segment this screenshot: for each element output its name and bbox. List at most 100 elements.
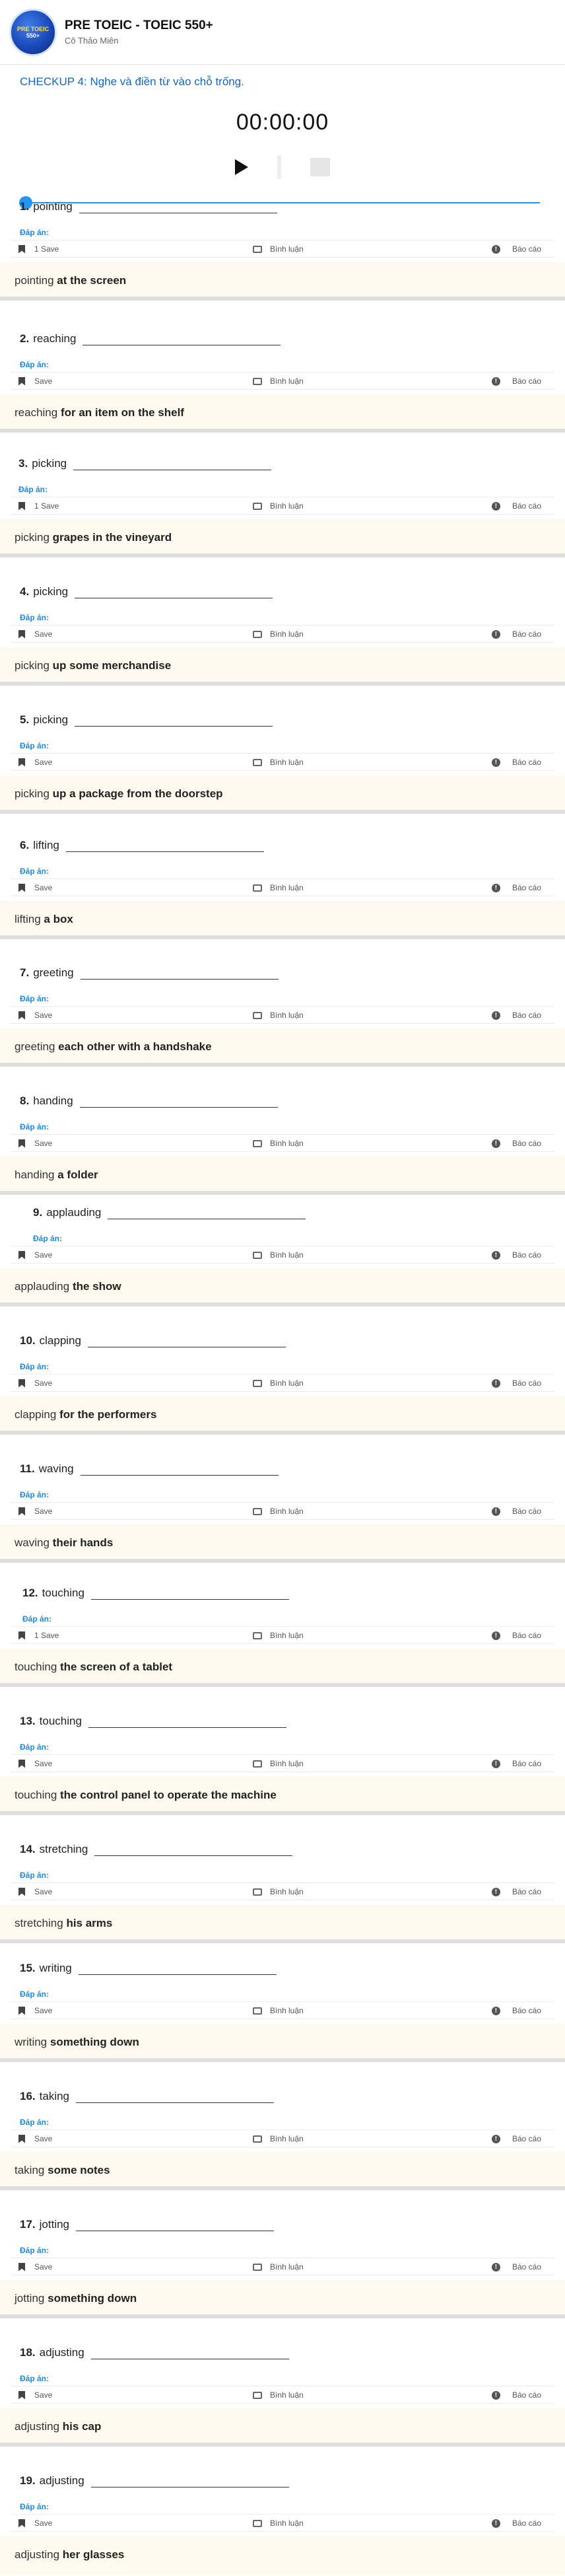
report-button[interactable]: ! Báo cáo — [491, 758, 541, 767]
comment-button[interactable]: Bình luận — [253, 1887, 304, 1896]
report-button[interactable]: ! Báo cáo — [491, 1378, 541, 1388]
save-button[interactable]: Save — [18, 1759, 52, 1768]
question-word: touching — [42, 1587, 84, 1599]
comment-button[interactable]: Bình luận — [253, 1507, 304, 1516]
comment-button[interactable]: Bình luận — [253, 1139, 304, 1148]
comment-button[interactable]: Bình luận — [253, 629, 304, 639]
bookmark-icon — [18, 501, 25, 511]
comment-button[interactable]: Bình luận — [253, 1631, 304, 1640]
pause-button[interactable] — [277, 155, 281, 179]
save-button[interactable]: Save — [18, 376, 52, 386]
report-label: Báo cáo — [512, 1250, 541, 1260]
save-button[interactable]: 1 Save — [18, 1631, 59, 1640]
answer-blank[interactable] — [73, 458, 272, 470]
answer-blank[interactable] — [90, 2347, 289, 2359]
answer-blank[interactable] — [108, 1207, 306, 1219]
answer-blank[interactable] — [78, 1963, 277, 1975]
comment-button[interactable]: Bình luận — [253, 244, 304, 254]
comment-icon — [253, 377, 262, 385]
save-button[interactable]: Save — [18, 2519, 52, 2528]
answer-blank[interactable] — [65, 840, 264, 852]
answer-blank[interactable] — [90, 2476, 289, 2487]
comment-label: Bình luận — [270, 2134, 304, 2143]
comment-button[interactable]: Bình luận — [253, 883, 304, 892]
report-button[interactable]: ! Báo cáo — [491, 2519, 541, 2528]
answer-phrase: her glasses — [62, 2548, 125, 2561]
report-button[interactable]: ! Báo cáo — [491, 501, 541, 511]
report-button[interactable]: ! Báo cáo — [491, 244, 541, 254]
report-button[interactable]: ! Báo cáo — [491, 2006, 541, 2015]
comment-button[interactable]: Bình luận — [253, 2134, 304, 2143]
answer-blank[interactable] — [80, 1464, 279, 1476]
save-button[interactable]: Save — [18, 1507, 52, 1516]
answer-blank[interactable] — [79, 201, 277, 213]
question-action-bar: Save Bình luận ! Báo cáo — [11, 372, 554, 390]
report-button[interactable]: ! Báo cáo — [491, 883, 541, 892]
question-line: 18. adjusting — [20, 2346, 289, 2359]
comment-label: Bình luận — [270, 629, 304, 639]
comment-button[interactable]: Bình luận — [253, 1759, 304, 1768]
report-button[interactable]: ! Báo cáo — [491, 2262, 541, 2272]
report-button[interactable]: ! Báo cáo — [491, 376, 541, 386]
save-button[interactable]: Save — [18, 758, 52, 767]
answer-blank[interactable] — [76, 2219, 275, 2231]
comment-icon — [253, 1139, 262, 1147]
save-button[interactable]: Save — [18, 883, 52, 892]
comment-button[interactable]: Bình luận — [253, 2390, 304, 2400]
save-button[interactable]: Save — [18, 1011, 52, 1020]
report-button[interactable]: ! Báo cáo — [491, 1139, 541, 1148]
comment-button[interactable]: Bình luận — [253, 1378, 304, 1388]
answer-word: picking — [15, 787, 50, 800]
answer-blank[interactable] — [83, 334, 281, 345]
stop-button[interactable] — [310, 158, 330, 176]
report-label: Báo cáo — [512, 1759, 541, 1768]
answer-blank[interactable] — [87, 1336, 286, 1347]
save-button[interactable]: Save — [18, 1887, 52, 1896]
save-button[interactable]: 1 Save — [18, 501, 59, 511]
report-button[interactable]: ! Báo cáo — [491, 1631, 541, 1640]
answer-blank[interactable] — [88, 1716, 286, 1728]
save-button[interactable]: Save — [18, 2134, 52, 2143]
answer-phrase: up some merchandise — [52, 659, 172, 672]
answer-blank[interactable] — [76, 2091, 275, 2103]
save-button[interactable]: Save — [18, 1378, 52, 1388]
answer-label: Đáp án: — [20, 2246, 50, 2255]
report-button[interactable]: ! Báo cáo — [491, 1759, 541, 1768]
report-button[interactable]: ! Báo cáo — [491, 1507, 541, 1516]
answer-blank[interactable] — [79, 1096, 278, 1108]
report-button[interactable]: ! Báo cáo — [491, 1887, 541, 1896]
comment-button[interactable]: Bình luận — [253, 2519, 304, 2528]
save-button[interactable]: Save — [18, 629, 52, 639]
comment-button[interactable]: Bình luận — [253, 2006, 304, 2015]
save-button[interactable]: 1 Save — [18, 244, 59, 254]
comment-button[interactable]: Bình luận — [253, 376, 304, 386]
comment-button[interactable]: Bình luận — [253, 758, 304, 767]
report-button[interactable]: ! Báo cáo — [491, 1011, 541, 1020]
report-button[interactable]: ! Báo cáo — [491, 2390, 541, 2400]
save-label: Save — [34, 758, 53, 767]
save-button[interactable]: Save — [18, 2262, 52, 2272]
report-button[interactable]: ! Báo cáo — [491, 629, 541, 639]
answer-blank[interactable] — [75, 715, 273, 727]
comment-button[interactable]: Bình luận — [253, 1250, 304, 1260]
comment-button[interactable]: Bình luận — [253, 2262, 304, 2272]
answer-blank[interactable] — [94, 1844, 293, 1856]
report-button[interactable]: ! Báo cáo — [491, 1250, 541, 1260]
save-button[interactable]: Save — [18, 2390, 52, 2400]
comment-button[interactable]: Bình luận — [253, 1011, 304, 1020]
question-line: 9. applauding — [33, 1206, 306, 1219]
report-button[interactable]: ! Báo cáo — [491, 2134, 541, 2143]
report-label: Báo cáo — [512, 883, 541, 892]
answer-blank[interactable] — [80, 968, 279, 980]
play-icon[interactable] — [235, 159, 248, 175]
save-label: Save — [34, 1250, 53, 1260]
comment-label: Bình luận — [270, 2390, 304, 2400]
save-button[interactable]: Save — [18, 2006, 52, 2015]
save-button[interactable]: Save — [18, 1250, 52, 1260]
answer-blank[interactable] — [90, 1588, 289, 1600]
answer-blank[interactable] — [75, 587, 273, 598]
report-label: Báo cáo — [512, 1139, 541, 1148]
comment-button[interactable]: Bình luận — [253, 501, 304, 511]
question-number: 10. — [20, 1334, 36, 1347]
save-button[interactable]: Save — [18, 1139, 52, 1148]
